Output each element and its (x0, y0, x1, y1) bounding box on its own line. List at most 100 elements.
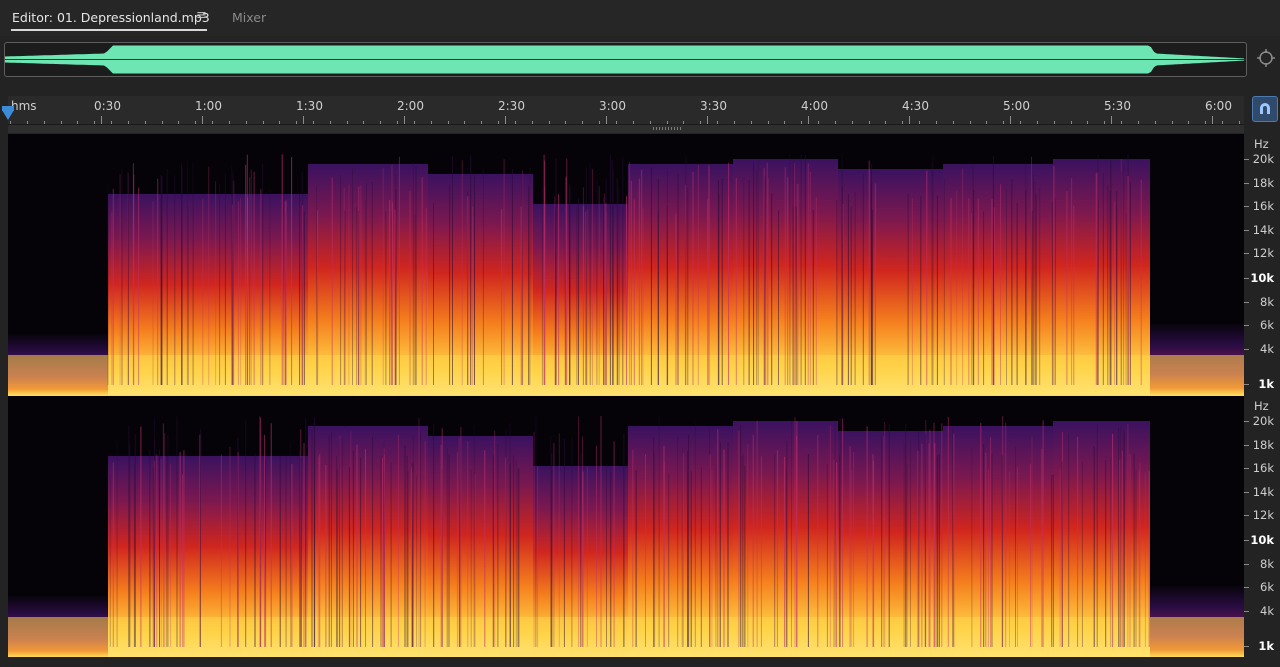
frequency-tick (1244, 468, 1249, 469)
frequency-tick (1244, 611, 1249, 612)
frequency-label: 1k (1258, 639, 1274, 653)
scroll-zoom-bar[interactable] (8, 125, 1244, 133)
frequency-label: 20k (1252, 152, 1274, 166)
frequency-tick (1244, 492, 1249, 493)
frequency-tick (1244, 253, 1249, 254)
ruler-minor-tick (162, 121, 163, 124)
ruler-minor-tick (61, 121, 62, 124)
ruler-minor-tick (10, 121, 11, 124)
active-tab-indicator (11, 29, 207, 31)
ruler-minor-tick (1020, 121, 1021, 124)
frequency-tick (1244, 183, 1249, 184)
frequency-tick (1244, 230, 1249, 231)
frequency-label: 16k (1252, 461, 1274, 475)
ruler-major-tick (1111, 116, 1112, 124)
ruler-major-tick (707, 116, 708, 124)
ruler-minor-tick (380, 121, 381, 124)
ruler-minor-tick (1239, 121, 1240, 124)
tab-bar: Editor: 01. Depressionland.mp3 ≡ Mixer (0, 0, 1280, 36)
ruler-minor-tick (667, 121, 668, 124)
frequency-label: 14k (1252, 485, 1274, 499)
frequency-label: 12k (1252, 246, 1274, 260)
grip-handle[interactable] (653, 127, 681, 130)
ruler-minor-tick (852, 121, 853, 124)
ruler-major-tick (101, 116, 102, 124)
ruler-minor-tick (1222, 121, 1223, 124)
ruler-minor-tick (279, 121, 280, 124)
ruler-minor-tick (1205, 121, 1206, 124)
ruler-major-tick (303, 116, 304, 124)
ruler-minor-tick (481, 121, 482, 124)
frequency-label: 1k (1258, 377, 1274, 391)
spectrogram-channel-left[interactable] (8, 134, 1244, 395)
ruler-time-label: 2:30 (498, 99, 525, 113)
ruler-minor-tick (397, 121, 398, 124)
ruler-minor-tick (1138, 121, 1139, 124)
spectrogram-channel-right[interactable] (8, 396, 1244, 657)
overview-waveform[interactable] (4, 42, 1247, 77)
playhead-pointer[interactable] (2, 110, 14, 120)
ruler-major-tick (505, 116, 506, 124)
ruler-minor-tick (902, 121, 903, 124)
time-ruler[interactable]: hms 0:30 1:00 1:30 2:00 2:30 3:00 3:30 4:00 4:30… (8, 96, 1244, 125)
ruler-minor-tick (683, 121, 684, 124)
ruler-minor-tick (1172, 121, 1173, 124)
ruler-minor-tick (1071, 121, 1072, 124)
ruler-minor-tick (616, 121, 617, 124)
frequency-tick (1244, 278, 1249, 279)
frequency-label: 20k (1252, 414, 1274, 428)
ruler-minor-tick (1054, 121, 1055, 124)
ruler-major-tick (1010, 116, 1011, 124)
spectrogram-graphic (8, 154, 1244, 395)
ruler-minor-tick (347, 121, 348, 124)
ruler-minor-tick (751, 121, 752, 124)
frequency-label: 10k (1250, 271, 1274, 285)
tab-mixer[interactable]: Mixer (232, 10, 266, 25)
frequency-label: 8k (1260, 295, 1274, 309)
ruler-minor-tick (27, 121, 28, 124)
ruler-minor-tick (986, 121, 987, 124)
ruler-time-label: 4:00 (801, 99, 828, 113)
ruler-minor-tick (650, 121, 651, 124)
ruler-minor-tick (953, 121, 954, 124)
ruler-minor-tick (1188, 121, 1189, 124)
ruler-minor-tick (582, 121, 583, 124)
ruler-minor-tick (700, 121, 701, 124)
ruler-minor-tick (77, 121, 78, 124)
ruler-minor-tick (835, 121, 836, 124)
frequency-tick (1244, 206, 1249, 207)
ruler-minor-tick (263, 121, 264, 124)
ruler-minor-tick (330, 121, 331, 124)
frequency-label: 4k (1260, 342, 1274, 356)
frequency-label: 18k (1252, 176, 1274, 190)
ruler-minor-tick (296, 121, 297, 124)
ruler-minor-tick (717, 121, 718, 124)
tab-editor[interactable]: Editor: 01. Depressionland.mp3 (12, 10, 210, 25)
ruler-minor-tick (885, 121, 886, 124)
ruler-minor-tick (936, 121, 937, 124)
spectrogram-low-band (8, 617, 1244, 657)
ruler-time-label: 5:30 (1104, 99, 1131, 113)
ruler-major-tick (1212, 116, 1213, 124)
ruler-minor-tick (801, 121, 802, 124)
spectrogram-graphic (8, 416, 1244, 657)
ruler-minor-tick (784, 121, 785, 124)
ruler-major-tick (808, 116, 809, 124)
zoom-navigator-icon[interactable] (1256, 48, 1276, 68)
ruler-minor-tick (363, 121, 364, 124)
tab-menu-icon[interactable]: ≡ (196, 8, 207, 23)
overview-waveform-graphic (5, 45, 1246, 74)
magnet-snap-icon[interactable] (1252, 96, 1278, 122)
ruler-time-label: 3:30 (700, 99, 727, 113)
ruler-minor-tick (212, 121, 213, 124)
ruler-minor-tick (128, 121, 129, 124)
ruler-minor-tick (734, 121, 735, 124)
frequency-label: 16k (1252, 199, 1274, 213)
ruler-time-label: 0:30 (94, 99, 121, 113)
ruler-minor-tick (633, 121, 634, 124)
ruler-minor-tick (869, 121, 870, 124)
frequency-tick (1244, 349, 1249, 350)
ruler-minor-tick (431, 121, 432, 124)
ruler-major-tick (909, 116, 910, 124)
ruler-minor-tick (1155, 121, 1156, 124)
